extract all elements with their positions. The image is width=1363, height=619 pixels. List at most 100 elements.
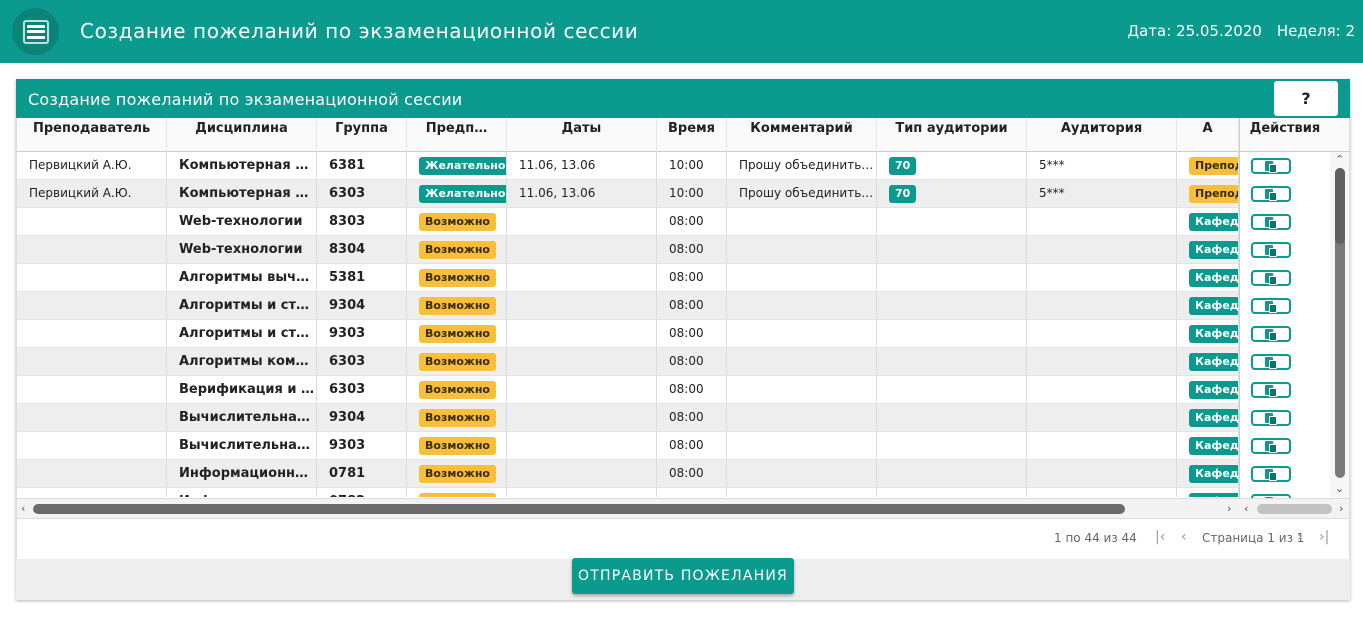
cell-group: 6303 [317,348,407,375]
cell-preference: Возможно [407,432,507,459]
cell-group: 8303 [317,208,407,235]
next-page-icon[interactable]: › [1297,529,1303,545]
table-row[interactable]: Первицкий А.Ю. Компьютерная З… 6381 Желател… [17,152,1239,180]
cell-room [1027,348,1177,375]
cell-preference: Желательно [407,180,507,207]
cell-time: 08:00 [657,432,727,459]
column-header-group[interactable]: Группа [317,118,407,152]
table-row[interactable]: Алгоритмы вычи…5381 Возможно 08:00 Кафедра [17,264,1239,292]
cell-room-type [877,376,1027,403]
cell-dates: 11.06, 13.06 [507,180,657,207]
actions-scrollbar-thumb[interactable] [1257,504,1332,514]
table-row[interactable]: Вычислительная…9304 Возможно 08:00 Кафедра [17,404,1239,432]
table-row[interactable]: Алгоритмы и стр…9304 Возможно 08:00 Кафедра [17,292,1239,320]
scroll-left-icon[interactable]: ‹ [21,503,25,515]
table-row[interactable]: Верификация и …6303 Возможно 08:00 Кафедра [17,376,1239,404]
vertical-scrollbar[interactable]: ⌃ ⌄ [1330,152,1349,498]
actions-scroll-right-icon[interactable]: › [1339,503,1343,515]
actions-scroll-left-icon[interactable]: ‹ [1244,503,1248,515]
column-header-time[interactable]: Время [657,118,727,152]
column-header-room-type[interactable]: Тип аудитории [877,118,1027,152]
room-type-badge: 70 [889,156,917,175]
preference-badge: Возможно [419,240,496,259]
last-page-icon[interactable]: ›| [1319,529,1329,545]
cell-room-type [877,460,1027,487]
copy-row-button[interactable] [1251,410,1291,426]
preference-badge: Возможно [419,212,496,231]
column-header-teacher[interactable]: Преподаватель [17,118,167,152]
help-button[interactable]: ? [1274,81,1338,116]
cell-author: Преподаватель [1177,152,1239,179]
cell-dates [507,348,657,375]
cell-room [1027,208,1177,235]
table-row[interactable]: Алгоритмы комп…6303 Возможно 08:00 Кафедра [17,348,1239,376]
cell-comment [727,264,877,291]
cell-preference: Возможно [407,488,507,497]
table-row[interactable]: Информационн…0781 Возможно 08:00 Кафедра [17,460,1239,488]
cell-comment: Прошу объединить … [727,152,877,179]
author-badge: Преподаватель [1189,156,1238,175]
scroll-down-icon[interactable]: ⌄ [1335,483,1344,495]
copy-row-button[interactable] [1251,326,1291,342]
table-row[interactable]: Первицкий А.Ю. Компьютерная З… 6303 Желател… [17,180,1239,208]
cell-comment [727,460,877,487]
table-row[interactable]: Web-технологии8303 Возможно 08:00 Кафедра [17,208,1239,236]
copy-row-button[interactable] [1251,298,1291,314]
cell-room-type [877,292,1027,319]
copy-row-button[interactable] [1251,158,1291,174]
copy-row-button[interactable] [1251,186,1291,202]
table-row[interactable]: Вычислительная…9303 Возможно 08:00 Кафедра [17,432,1239,460]
submit-wishes-button[interactable]: ОТПРАВИТЬ ПОЖЕЛАНИЯ [572,558,794,594]
prev-page-icon[interactable]: ‹ [1181,529,1187,545]
author-badge: Кафедра [1189,296,1238,315]
wishes-panel: Создание пожеланий по экзаменационной се… [16,79,1350,600]
author-badge: Кафедра [1189,436,1238,455]
cell-group: 9303 [317,320,407,347]
column-header-dates[interactable]: Даты [507,118,657,152]
column-header-discipline[interactable]: Дисциплина [167,118,317,152]
cell-author: Кафедра [1177,404,1239,431]
app-title: Создание пожеланий по экзаменационной се… [80,19,639,43]
header-info: Дата: 25.05.2020 Неделя: 2 [1127,22,1355,40]
copy-row-button[interactable] [1251,466,1291,482]
copy-row-button[interactable] [1251,242,1291,258]
cell-preference: Возможно [407,208,507,235]
table-row[interactable]: Web-технологии8304 Возможно 08:00 Кафедра [17,236,1239,264]
table-row[interactable]: Алгоритмы и стр…9303 Возможно 08:00 Кафедра [17,320,1239,348]
horizontal-scrollbar[interactable]: ‹ › [17,498,1239,518]
cell-time: 08:00 [657,292,727,319]
preference-badge: Возможно [419,464,496,483]
actions-header: Действия [1240,118,1330,152]
current-date: Дата: 25.05.2020 [1127,22,1262,40]
cell-discipline: Верификация и … [167,376,317,403]
menu-button[interactable] [12,8,59,55]
horizontal-scrollbar-thumb[interactable] [33,504,1125,514]
copy-row-button[interactable] [1251,354,1291,370]
table-row[interactable]: Инф…0782 Возможно Кафедра [17,488,1239,497]
author-badge: Кафедра [1189,324,1238,343]
cell-dates [507,208,657,235]
column-header-preference[interactable]: Предп… [407,118,507,152]
cell-dates [507,460,657,487]
column-header-author[interactable]: А [1177,118,1239,152]
vertical-scrollbar-thumb[interactable] [1335,168,1345,244]
column-header-room[interactable]: Аудитория [1027,118,1177,152]
cell-comment [727,292,877,319]
scroll-right-icon[interactable]: › [1227,503,1231,515]
cell-author: Кафедра [1177,432,1239,459]
copy-row-button[interactable] [1251,438,1291,454]
scroll-up-icon[interactable]: ⌃ [1335,154,1344,166]
cell-teacher [17,264,167,291]
cell-room: 5*** [1027,180,1177,207]
copy-row-button[interactable] [1251,214,1291,230]
cell-group: 6303 [317,376,407,403]
first-page-icon[interactable]: |‹ [1155,529,1165,545]
column-header-comment[interactable]: Комментарий [727,118,877,152]
actions-horizontal-scrollbar[interactable]: ‹ › [1239,498,1349,518]
copy-row-button[interactable] [1251,270,1291,286]
copy-row-button[interactable] [1251,382,1291,398]
cell-time: 10:00 [657,152,727,179]
cell-time: 08:00 [657,320,727,347]
rows-summary: 1 по 44 из 44 [1054,531,1137,545]
cell-discipline: Вычислительная… [167,432,317,459]
